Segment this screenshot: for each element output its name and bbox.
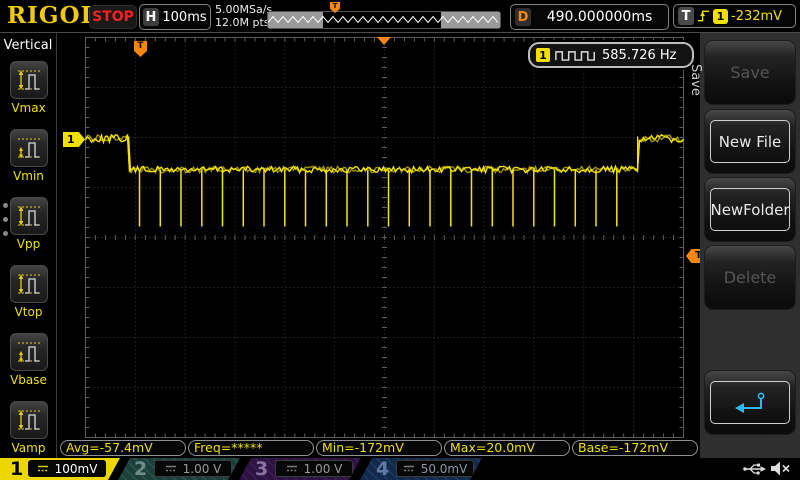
menu-page-dot [3,231,8,236]
vmin-button[interactable] [10,129,48,167]
speaker-muted-icon [771,461,790,476]
vpp-button[interactable] [10,197,48,235]
delay-center-marker [377,37,391,45]
counter-source-badge: 1 [536,48,550,62]
menu-page-dot [3,203,8,208]
vmax-icon [18,70,40,90]
vbase-button[interactable] [10,333,48,371]
vmax-label: Vmax [11,101,46,115]
menu-page-dot [3,217,8,222]
trigger-source-badge: 1 [713,8,728,24]
channel-2-block[interactable]: 2 1.00 V [118,458,240,480]
channel-1-block[interactable]: 1 100mV [0,458,120,480]
delete-button[interactable]: Delete [705,246,795,309]
channel-3-scale: 1.00 V [303,461,343,476]
sample-rate: 5.00MSa/s [215,3,273,16]
save-button-label: Save [730,63,770,82]
d-label: D [515,8,531,26]
vamp-icon [18,410,40,430]
vbase-icon [18,342,40,363]
measurement-base: Base=-172mV [572,440,698,456]
rigol-logo: RIGOL [7,2,98,29]
waveform-overview-bar[interactable] [267,11,501,29]
channel-3-block[interactable]: 3 1.00 V [239,458,361,480]
channel-4-scale-box: 50.0mV [396,460,474,477]
new-folder-button[interactable]: NewFolder [705,178,795,241]
memory-depth: 12.0M pts [215,16,270,29]
new-file-button-label: New File [710,120,790,163]
channel-2-scale-box: 1.00 V [154,460,232,477]
channel-1-scale: 100mV [54,461,98,476]
vtop-icon [18,274,40,294]
channel-4-block[interactable]: 4 50.0mV [360,458,482,480]
vtop-button[interactable] [10,265,48,303]
vamp-label: Vamp [11,441,46,455]
return-arrow-icon [735,392,765,413]
vmin-icon [18,138,40,159]
vpp-label: Vpp [16,237,41,251]
new-file-button[interactable]: New File [705,110,795,173]
dc-coupling-icon [165,464,177,473]
save-menu-panel: Save New File NewFolder Delete [700,33,800,458]
channel-4-number: 4 [376,458,390,480]
frequency-counter-badge: 1 585.726 Hz [528,42,694,68]
channel-3-scale-box: 1.00 V [275,460,353,477]
channel-3-number: 3 [255,458,269,480]
oscilloscope-screen: RIGOL STOP H 100ms 5.00MSa/s 12.0M pts T… [0,0,800,480]
channel-status-bar: 1 100mV 2 1.00 V 3 1.00 V 4 50.0mV [0,458,800,480]
menu-tab-save: Save [688,64,703,96]
dc-coupling-icon [37,464,49,473]
dc-coupling-icon [403,464,415,473]
vamp-button[interactable] [10,401,48,439]
vbase-label: Vbase [10,373,47,387]
vmin-label: Vmin [13,169,44,183]
graticule [84,37,685,438]
counter-frequency-value: 585.726 Hz [602,47,677,63]
trigger-label: T [678,7,694,25]
channel-4-scale: 50.0mV [420,461,468,476]
return-button[interactable] [705,371,795,434]
square-wave-icon [555,50,595,61]
save-button[interactable]: Save [705,41,795,104]
run-state-indicator: STOP [89,5,137,29]
menu-title: Vertical [3,38,53,53]
channel-2-number: 2 [134,458,148,480]
measurement-freq: Freq=***** [188,440,314,456]
channel-1-number: 1 [10,458,24,480]
channel-2-scale: 1.00 V [182,461,222,476]
measurement-min: Min=-172mV [316,440,442,456]
trigger-status-box: T 1 -232mV [673,4,796,28]
overview-waveform [268,15,498,24]
falling-edge-icon [697,10,710,22]
timebase-value: 100ms [162,9,207,25]
trigger-level-value: -232mV [731,8,783,24]
vpp-icon [18,206,40,226]
delete-button-label: Delete [723,268,777,287]
acquisition-info: 5.00MSa/s 12.0M pts [215,3,272,29]
measurement-avg: Avg=-57.4mV [60,440,186,456]
vertical-measure-menu: Vertical Vmax Vmin Vpp Vtop Vbase Vamp [0,33,57,458]
horizontal-timebase-box: H 100ms [139,4,211,30]
channel-1-scale-box: 100mV [28,460,106,477]
usb-icon [743,463,766,475]
vmax-button[interactable] [10,61,48,99]
vtop-label: Vtop [14,305,43,319]
dc-coupling-icon [286,464,298,473]
h-label: H [143,8,159,26]
delay-value: 490.000000ms [546,9,653,25]
new-folder-button-label: NewFolder [710,188,790,231]
delay-box: D 490.000000ms [510,4,669,30]
measurement-max: Max=20.0mV [444,440,570,456]
